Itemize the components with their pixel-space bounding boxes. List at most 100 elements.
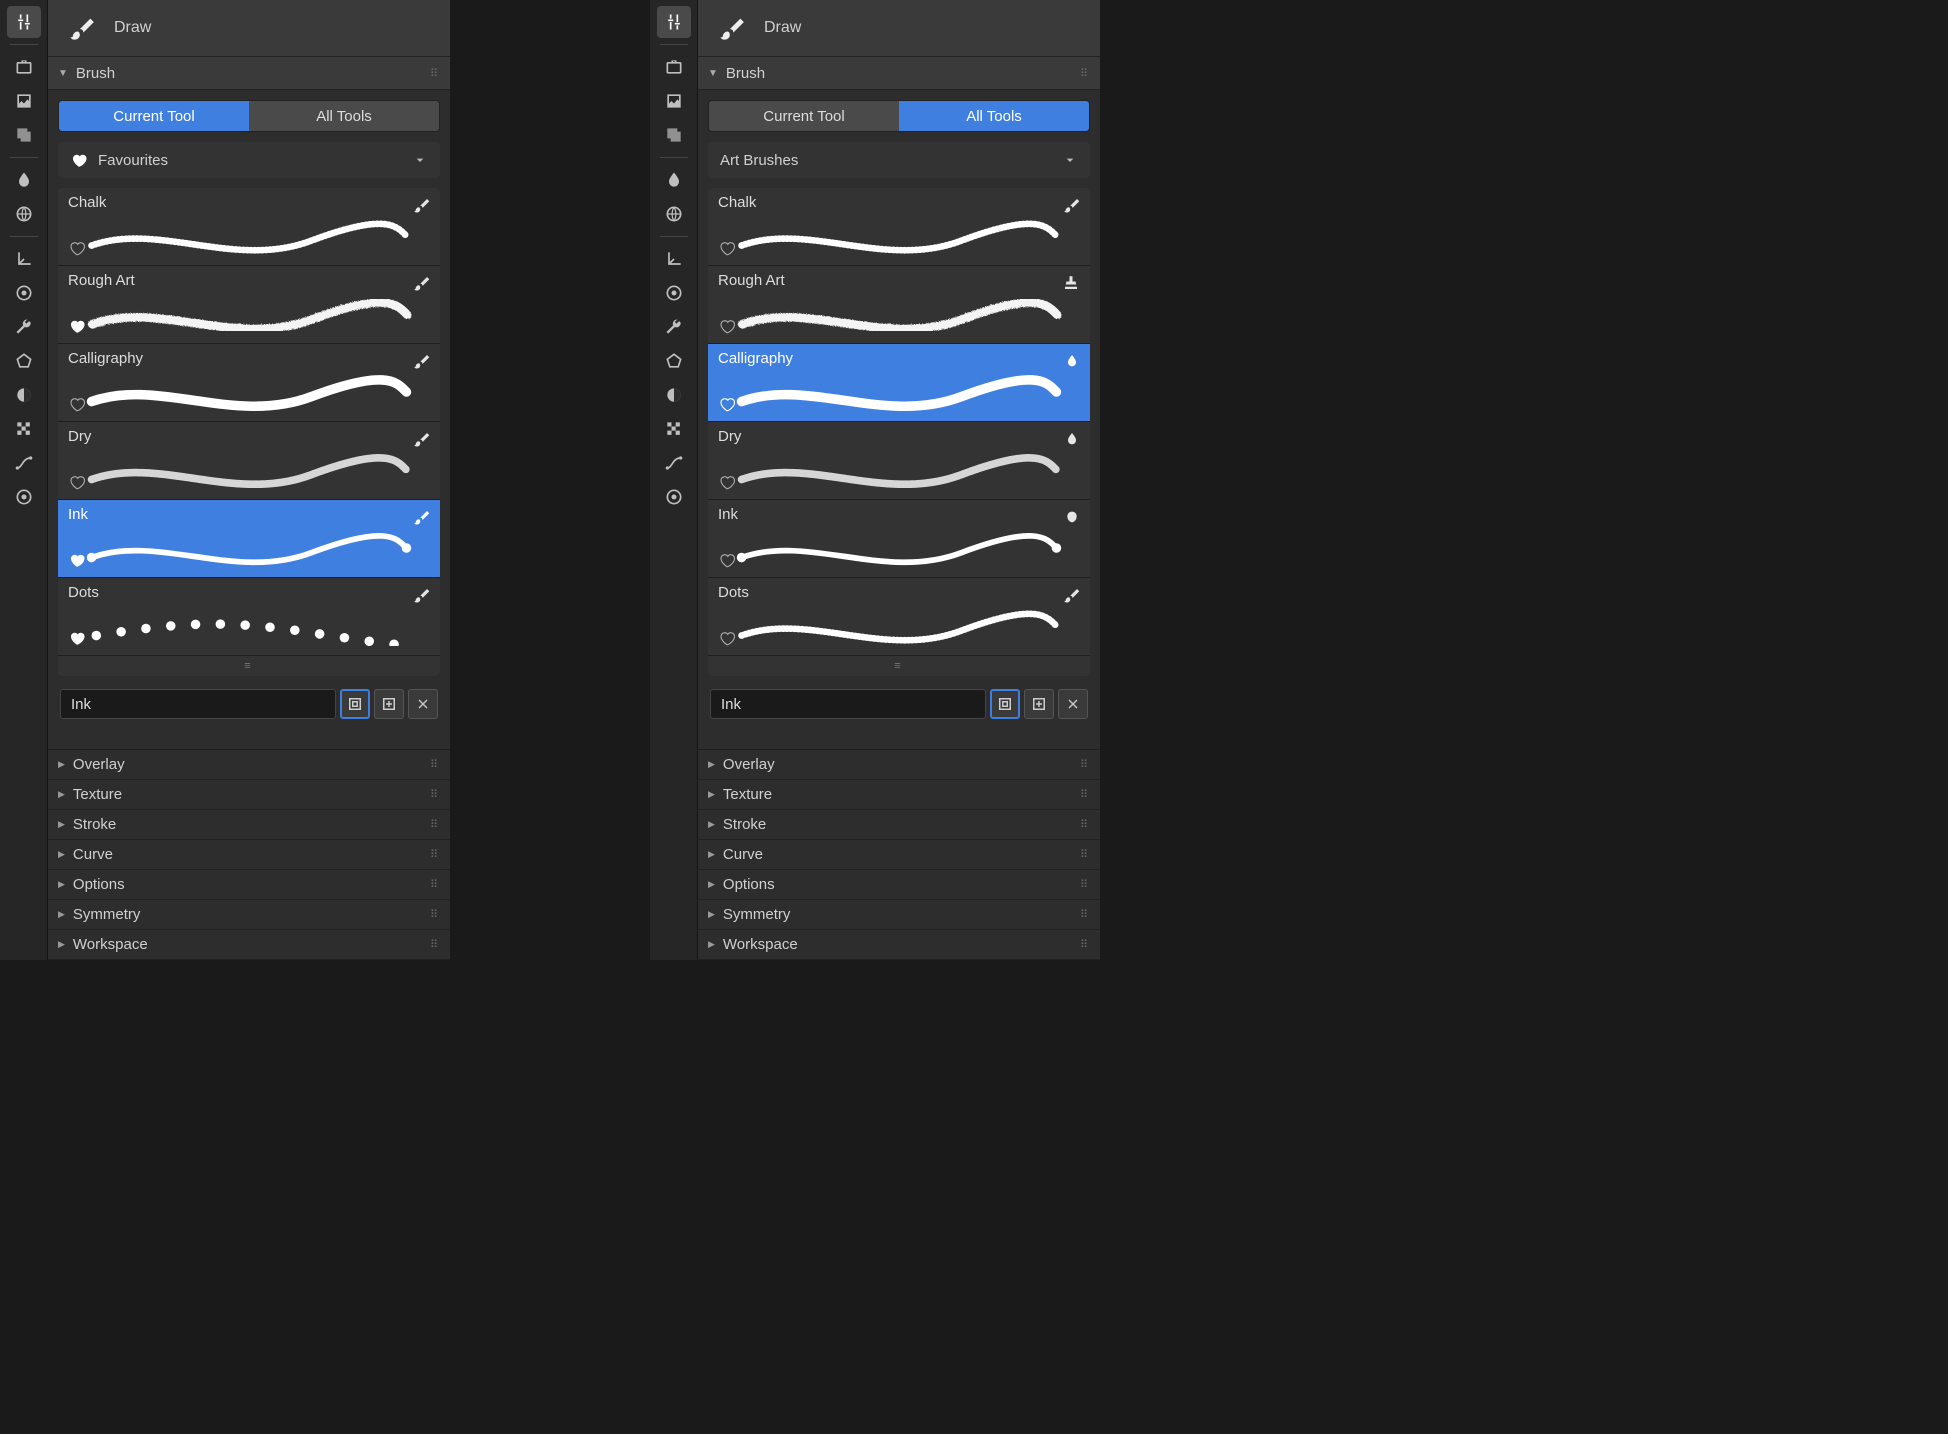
- brush-item-rough[interactable]: Rough Art: [58, 266, 440, 344]
- wrench-icon[interactable]: [7, 311, 41, 343]
- brush-stroke-preview: [82, 294, 416, 334]
- image-icon[interactable]: [657, 85, 691, 117]
- section-options[interactable]: ▶Options⠿: [48, 870, 450, 900]
- drag-handle-icon[interactable]: ⠿: [430, 758, 440, 771]
- drag-handle-icon[interactable]: ⠿: [430, 878, 440, 891]
- add-brush-button[interactable]: [1024, 689, 1054, 719]
- contrast-icon[interactable]: [7, 379, 41, 411]
- section-overlay[interactable]: ▶Overlay⠿: [698, 750, 1100, 780]
- wrench-icon[interactable]: [657, 311, 691, 343]
- tab-all-tools[interactable]: All Tools: [249, 101, 439, 131]
- brush-item-ink[interactable]: Ink: [58, 500, 440, 578]
- section-stroke[interactable]: ▶Stroke⠿: [698, 810, 1100, 840]
- shape-icon[interactable]: [657, 345, 691, 377]
- section-options[interactable]: ▶Options⠿: [698, 870, 1100, 900]
- brush-section-header[interactable]: ▼ Brush ⠿: [698, 56, 1100, 90]
- panel-window-right: Draw ▼ Brush ⠿ Current Tool All Tools Ar…: [650, 0, 1100, 960]
- image-icon[interactable]: [7, 85, 41, 117]
- section-workspace[interactable]: ▶Workspace⠿: [48, 930, 450, 960]
- drag-handle-icon[interactable]: ⠿: [1080, 818, 1090, 831]
- brush-large-icon: [716, 13, 746, 43]
- brush-item-chalk[interactable]: Chalk: [708, 188, 1090, 266]
- add-brush-button[interactable]: [374, 689, 404, 719]
- drag-handle-icon[interactable]: ⠿: [430, 818, 440, 831]
- curve-icon[interactable]: [657, 447, 691, 479]
- record-icon[interactable]: [657, 481, 691, 513]
- brush-stroke-preview: [732, 606, 1066, 646]
- section-symmetry[interactable]: ▶Symmetry⠿: [48, 900, 450, 930]
- gauge-icon[interactable]: [7, 277, 41, 309]
- brush-category-dropdown[interactable]: Favourites: [58, 142, 440, 178]
- brush-name-input[interactable]: [60, 689, 336, 719]
- drag-handle-icon[interactable]: ⠿: [430, 938, 440, 951]
- brush-item-rough[interactable]: Rough Art: [708, 266, 1090, 344]
- tab-all-tools[interactable]: All Tools: [899, 101, 1089, 131]
- layers-icon[interactable]: [7, 119, 41, 151]
- drop-icon[interactable]: [7, 164, 41, 196]
- checker-icon[interactable]: [7, 413, 41, 445]
- heart-icon: [70, 151, 88, 169]
- brush-section-header[interactable]: ▼ Brush ⠿: [48, 56, 450, 90]
- section-overlay[interactable]: ▶Overlay⠿: [48, 750, 450, 780]
- gauge-icon[interactable]: [657, 277, 691, 309]
- clear-button[interactable]: [408, 689, 438, 719]
- axes-icon[interactable]: [7, 243, 41, 275]
- drag-handle-icon[interactable]: ⠿: [1080, 878, 1090, 891]
- drag-handle-icon[interactable]: ⠿: [1080, 788, 1090, 801]
- section-label: Stroke: [73, 816, 116, 833]
- resize-handle[interactable]: ≡: [58, 656, 440, 676]
- suitcase-icon[interactable]: [657, 51, 691, 83]
- drag-handle-icon[interactable]: ⠿: [430, 848, 440, 861]
- brush-item-dots[interactable]: Dots: [58, 578, 440, 656]
- disclosure-right-icon: ▶: [58, 849, 65, 860]
- globe-icon[interactable]: [657, 198, 691, 230]
- drag-handle-icon[interactable]: ⠿: [1080, 938, 1090, 951]
- drag-handle-icon[interactable]: ⠿: [1080, 848, 1090, 861]
- brush-label: Ink: [718, 506, 738, 523]
- section-stroke[interactable]: ▶Stroke⠿: [48, 810, 450, 840]
- brush-label: Chalk: [718, 194, 756, 211]
- fake-user-button[interactable]: [340, 689, 370, 719]
- brush-name-input[interactable]: [710, 689, 986, 719]
- section-curve[interactable]: ▶Curve⠿: [48, 840, 450, 870]
- globe-icon[interactable]: [7, 198, 41, 230]
- tab-current-tool[interactable]: Current Tool: [709, 101, 899, 131]
- brush-item-dots[interactable]: Dots: [708, 578, 1090, 656]
- section-symmetry[interactable]: ▶Symmetry⠿: [698, 900, 1100, 930]
- section-texture[interactable]: ▶Texture⠿: [48, 780, 450, 810]
- brush-item-ink[interactable]: Ink: [708, 500, 1090, 578]
- drop-icon[interactable]: [657, 164, 691, 196]
- section-label: Texture: [723, 786, 772, 803]
- contrast-icon[interactable]: [657, 379, 691, 411]
- drag-handle-icon[interactable]: ⠿: [430, 67, 440, 80]
- disclosure-right-icon: ▶: [58, 789, 65, 800]
- drag-handle-icon[interactable]: ⠿: [1080, 908, 1090, 921]
- section-texture[interactable]: ▶Texture⠿: [698, 780, 1100, 810]
- brush-category-dropdown[interactable]: Art Brushes: [708, 142, 1090, 178]
- checker-icon[interactable]: [657, 413, 691, 445]
- suitcase-icon[interactable]: [7, 51, 41, 83]
- section-curve[interactable]: ▶Curve⠿: [698, 840, 1100, 870]
- tab-current-tool[interactable]: Current Tool: [59, 101, 249, 131]
- layers-icon[interactable]: [657, 119, 691, 151]
- brush-item-calli[interactable]: Calligraphy: [708, 344, 1090, 422]
- drag-handle-icon[interactable]: ⠿: [1080, 67, 1090, 80]
- fake-user-button[interactable]: [990, 689, 1020, 719]
- drag-handle-icon[interactable]: ⠿: [430, 908, 440, 921]
- axes-icon[interactable]: [657, 243, 691, 275]
- tool-options-icon[interactable]: [7, 6, 41, 38]
- drag-handle-icon[interactable]: ⠿: [430, 788, 440, 801]
- record-icon[interactable]: [7, 481, 41, 513]
- curve-icon[interactable]: [7, 447, 41, 479]
- brush-item-chalk[interactable]: Chalk: [58, 188, 440, 266]
- tool-options-icon[interactable]: [657, 6, 691, 38]
- section-workspace[interactable]: ▶Workspace⠿: [698, 930, 1100, 960]
- brush-tip-icon: [412, 352, 430, 370]
- brush-item-dry[interactable]: Dry: [58, 422, 440, 500]
- brush-item-calli[interactable]: Calligraphy: [58, 344, 440, 422]
- clear-button[interactable]: [1058, 689, 1088, 719]
- drag-handle-icon[interactable]: ⠿: [1080, 758, 1090, 771]
- brush-item-dry[interactable]: Dry: [708, 422, 1090, 500]
- shape-icon[interactable]: [7, 345, 41, 377]
- resize-handle[interactable]: ≡: [708, 656, 1090, 676]
